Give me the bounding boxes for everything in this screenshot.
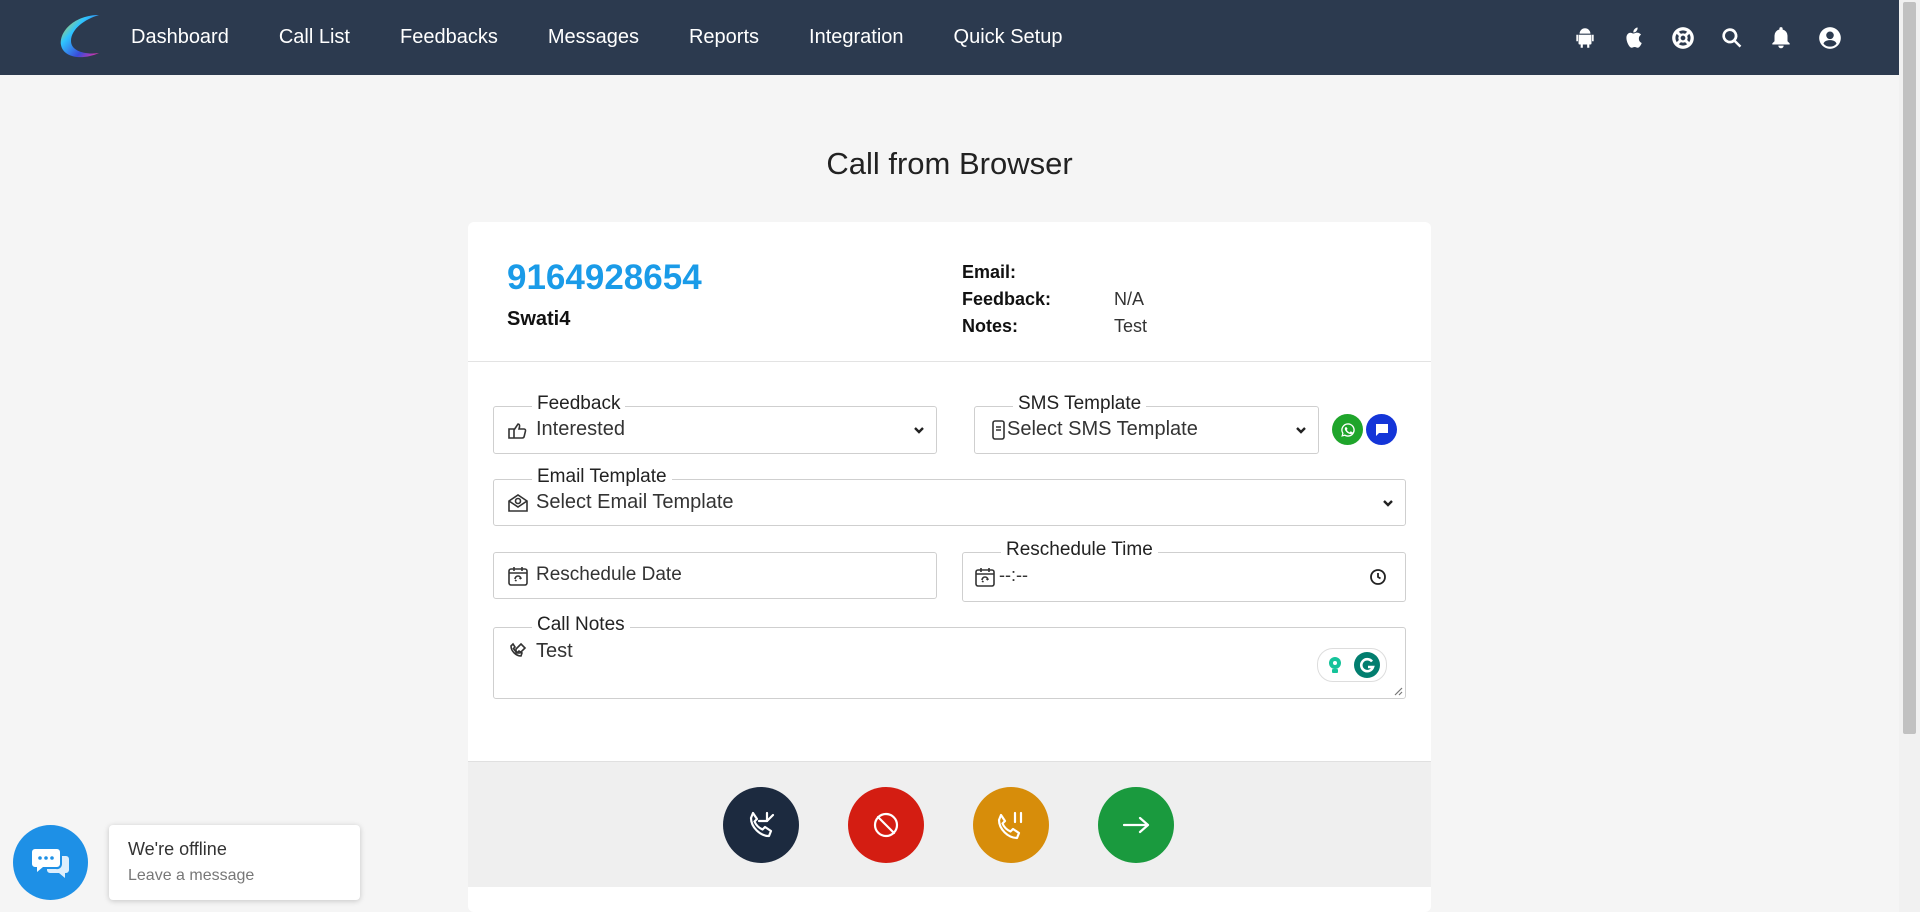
notes-label: Notes: [962, 316, 1019, 336]
email-template-select[interactable]: Email Template Select Email Template [493, 466, 1406, 526]
grammarly-widget[interactable] [1317, 648, 1387, 682]
user-icon[interactable] [1816, 24, 1844, 52]
calendar-icon [973, 565, 997, 589]
bell-icon[interactable] [1767, 24, 1795, 52]
feedback-icon [506, 418, 530, 442]
email-icon [506, 491, 530, 515]
reschedule-date-placeholder: Reschedule Date [536, 563, 682, 585]
chevron-down-icon [1381, 496, 1395, 510]
main-menu: Dashboard Call List Feedbacks Messages R… [131, 0, 1112, 75]
calendar-icon [506, 564, 530, 588]
call-notes-textarea[interactable]: Call Notes Test [493, 614, 1406, 699]
hold-call-button[interactable] [973, 787, 1049, 863]
lightbulb-icon [1329, 657, 1341, 673]
email-label: Email: [962, 262, 1017, 282]
reschedule-time-label: Reschedule Time [1001, 539, 1158, 561]
arrow-right-icon [1122, 816, 1150, 834]
search-icon[interactable] [1718, 24, 1746, 52]
feedback-select-value: Interested [536, 418, 625, 440]
resize-handle-icon[interactable] [1393, 686, 1403, 696]
chat-widget-button[interactable] [13, 825, 88, 900]
feedback-label: Feedback: [962, 289, 1052, 309]
apple-icon[interactable] [1620, 24, 1648, 52]
call-notes-value: Test [536, 640, 573, 662]
nav-icons [1550, 0, 1844, 75]
receive-call-button[interactable] [723, 787, 799, 863]
sms-template-select[interactable]: SMS Template Select SMS Template [974, 393, 1319, 454]
call-actions-bar [468, 761, 1431, 887]
nav-reports[interactable]: Reports [689, 26, 759, 49]
phone-pause-icon [997, 811, 1023, 840]
sms-send-button[interactable] [1366, 414, 1397, 445]
whatsapp-button[interactable] [1332, 414, 1363, 445]
chevron-down-icon [912, 423, 926, 437]
nav-integration[interactable]: Integration [809, 26, 904, 49]
chat-icon [31, 848, 69, 878]
sms-template-label: SMS Template [1013, 393, 1147, 415]
reschedule-date-input[interactable]: Reschedule Date [493, 552, 937, 599]
contact-phone[interactable]: 9164928654 [507, 258, 702, 298]
divider [468, 361, 1431, 362]
nav-call-list[interactable]: Call List [279, 26, 350, 49]
top-navbar: Dashboard Call List Feedbacks Messages R… [0, 0, 1899, 75]
scrollbar-thumb[interactable] [1903, 2, 1916, 734]
nav-messages[interactable]: Messages [548, 26, 639, 49]
whatsapp-icon [1340, 422, 1355, 437]
nav-feedbacks[interactable]: Feedbacks [400, 26, 498, 49]
page-scrollbar[interactable] [1899, 0, 1920, 912]
phone-incoming-icon [749, 811, 775, 838]
next-call-button[interactable] [1098, 787, 1174, 863]
call-card: 9164928654 Swati4 Email: Feedback: N/A No… [468, 222, 1431, 912]
chat-offline-popup[interactable]: We're offline Leave a message [109, 825, 360, 900]
chat-status-title: We're offline [128, 839, 227, 859]
sms-template-value: Select SMS Template [1007, 418, 1198, 440]
clock-icon[interactable] [1369, 568, 1387, 586]
nav-quick-setup[interactable]: Quick Setup [954, 26, 1063, 49]
contact-info: Email: Feedback: N/A Notes: Test [962, 262, 1147, 343]
block-icon [873, 812, 899, 838]
nav-dashboard[interactable]: Dashboard [131, 26, 229, 49]
message-icon [1375, 423, 1388, 436]
notes-value: Test [1114, 316, 1148, 336]
call-notes-label: Call Notes [532, 614, 630, 636]
contact-name: Swati4 [507, 308, 571, 330]
android-icon[interactable] [1571, 24, 1599, 52]
feedback-select-label: Feedback [532, 393, 626, 415]
email-template-value: Select Email Template [536, 490, 734, 513]
feedback-value: N/A [1114, 289, 1145, 309]
reschedule-time-value: --:-- [999, 565, 1028, 585]
email-template-label: Email Template [532, 466, 672, 488]
app-logo[interactable] [55, 9, 109, 63]
chevron-down-icon [1294, 423, 1308, 437]
support-icon[interactable] [1669, 24, 1697, 52]
reschedule-time-input[interactable]: Reschedule Time --:-- [962, 539, 1406, 602]
grammarly-icon [1354, 652, 1380, 678]
call-notes-icon [506, 640, 530, 664]
reject-call-button[interactable] [848, 787, 924, 863]
page-title: Call from Browser [826, 146, 1073, 181]
feedback-select[interactable]: Feedback Interested [493, 393, 937, 454]
chat-status-subtitle: Leave a message [128, 867, 255, 884]
